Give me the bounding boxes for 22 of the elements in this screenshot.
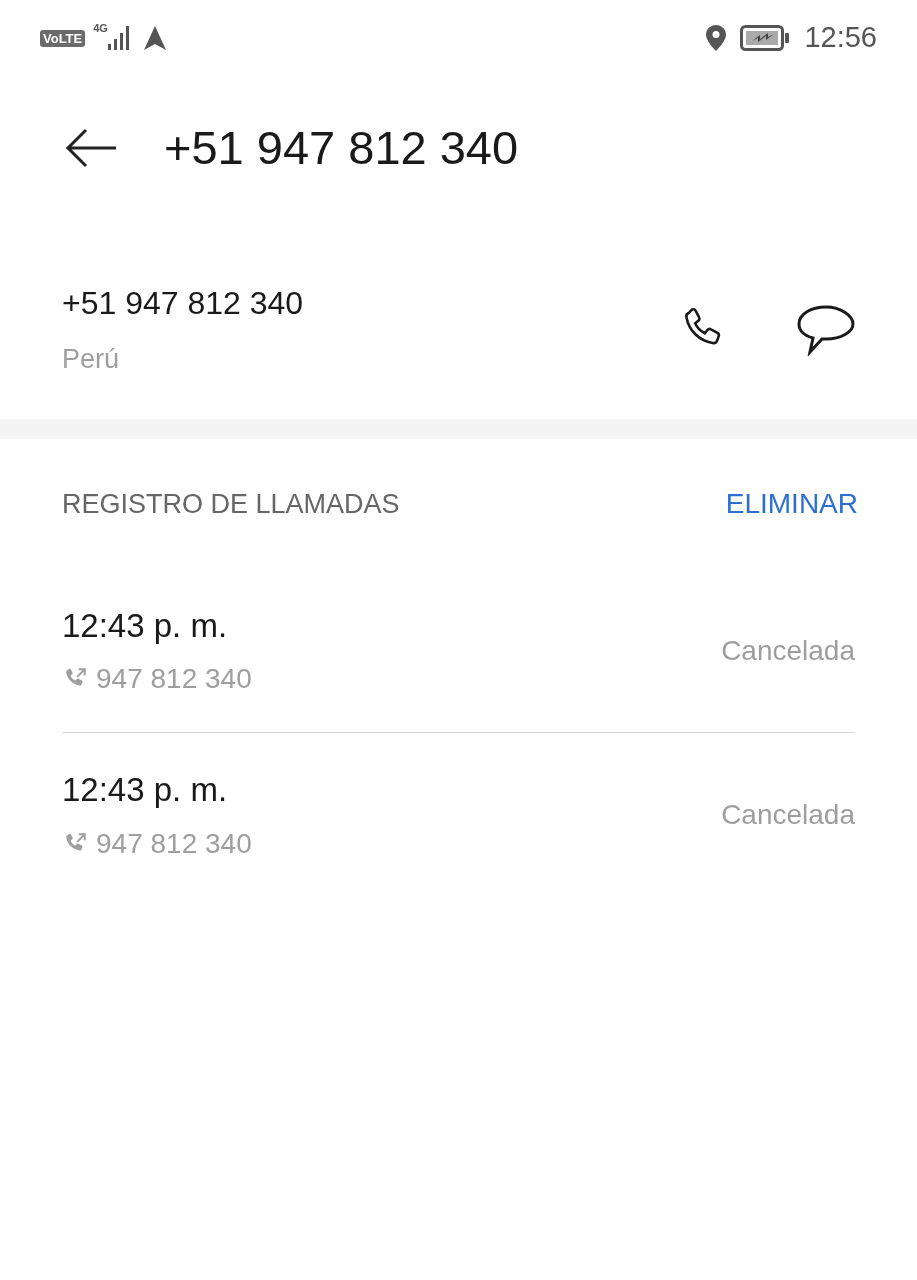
status-time: 12:56 (804, 20, 877, 56)
call-status: Cancelada (721, 633, 855, 668)
signal-icon (107, 26, 130, 50)
header-title: +51 947 812 340 (164, 119, 519, 176)
call-log-item[interactable]: 12:43 p. m. 947 812 340 Cancelada (62, 569, 855, 733)
country-label: Perú (62, 343, 121, 377)
battery-charging-icon (740, 25, 791, 51)
call-number: 947 812 340 (96, 826, 252, 861)
back-arrow-icon (64, 128, 118, 168)
speech-bubble-icon (796, 303, 856, 356)
phone-number: +51 947 812 340 (62, 284, 304, 324)
network-type: 4G (93, 21, 108, 36)
section-title: REGISTRO DE LLAMADAS (62, 487, 400, 521)
call-number: 947 812 340 (96, 662, 252, 697)
call-status: Cancelada (721, 798, 855, 832)
navigation-arrow-icon (143, 26, 166, 50)
volte-badge: VoLTE (40, 29, 86, 47)
call-log-item[interactable]: 12:43 p. m. 947 812 340 Cancelada (62, 733, 855, 897)
call-time: 12:43 p. m. (62, 770, 229, 811)
delete-link[interactable]: ELIMINAR (725, 483, 858, 525)
call-time: 12:43 p. m. (62, 605, 229, 646)
location-icon (706, 25, 727, 51)
